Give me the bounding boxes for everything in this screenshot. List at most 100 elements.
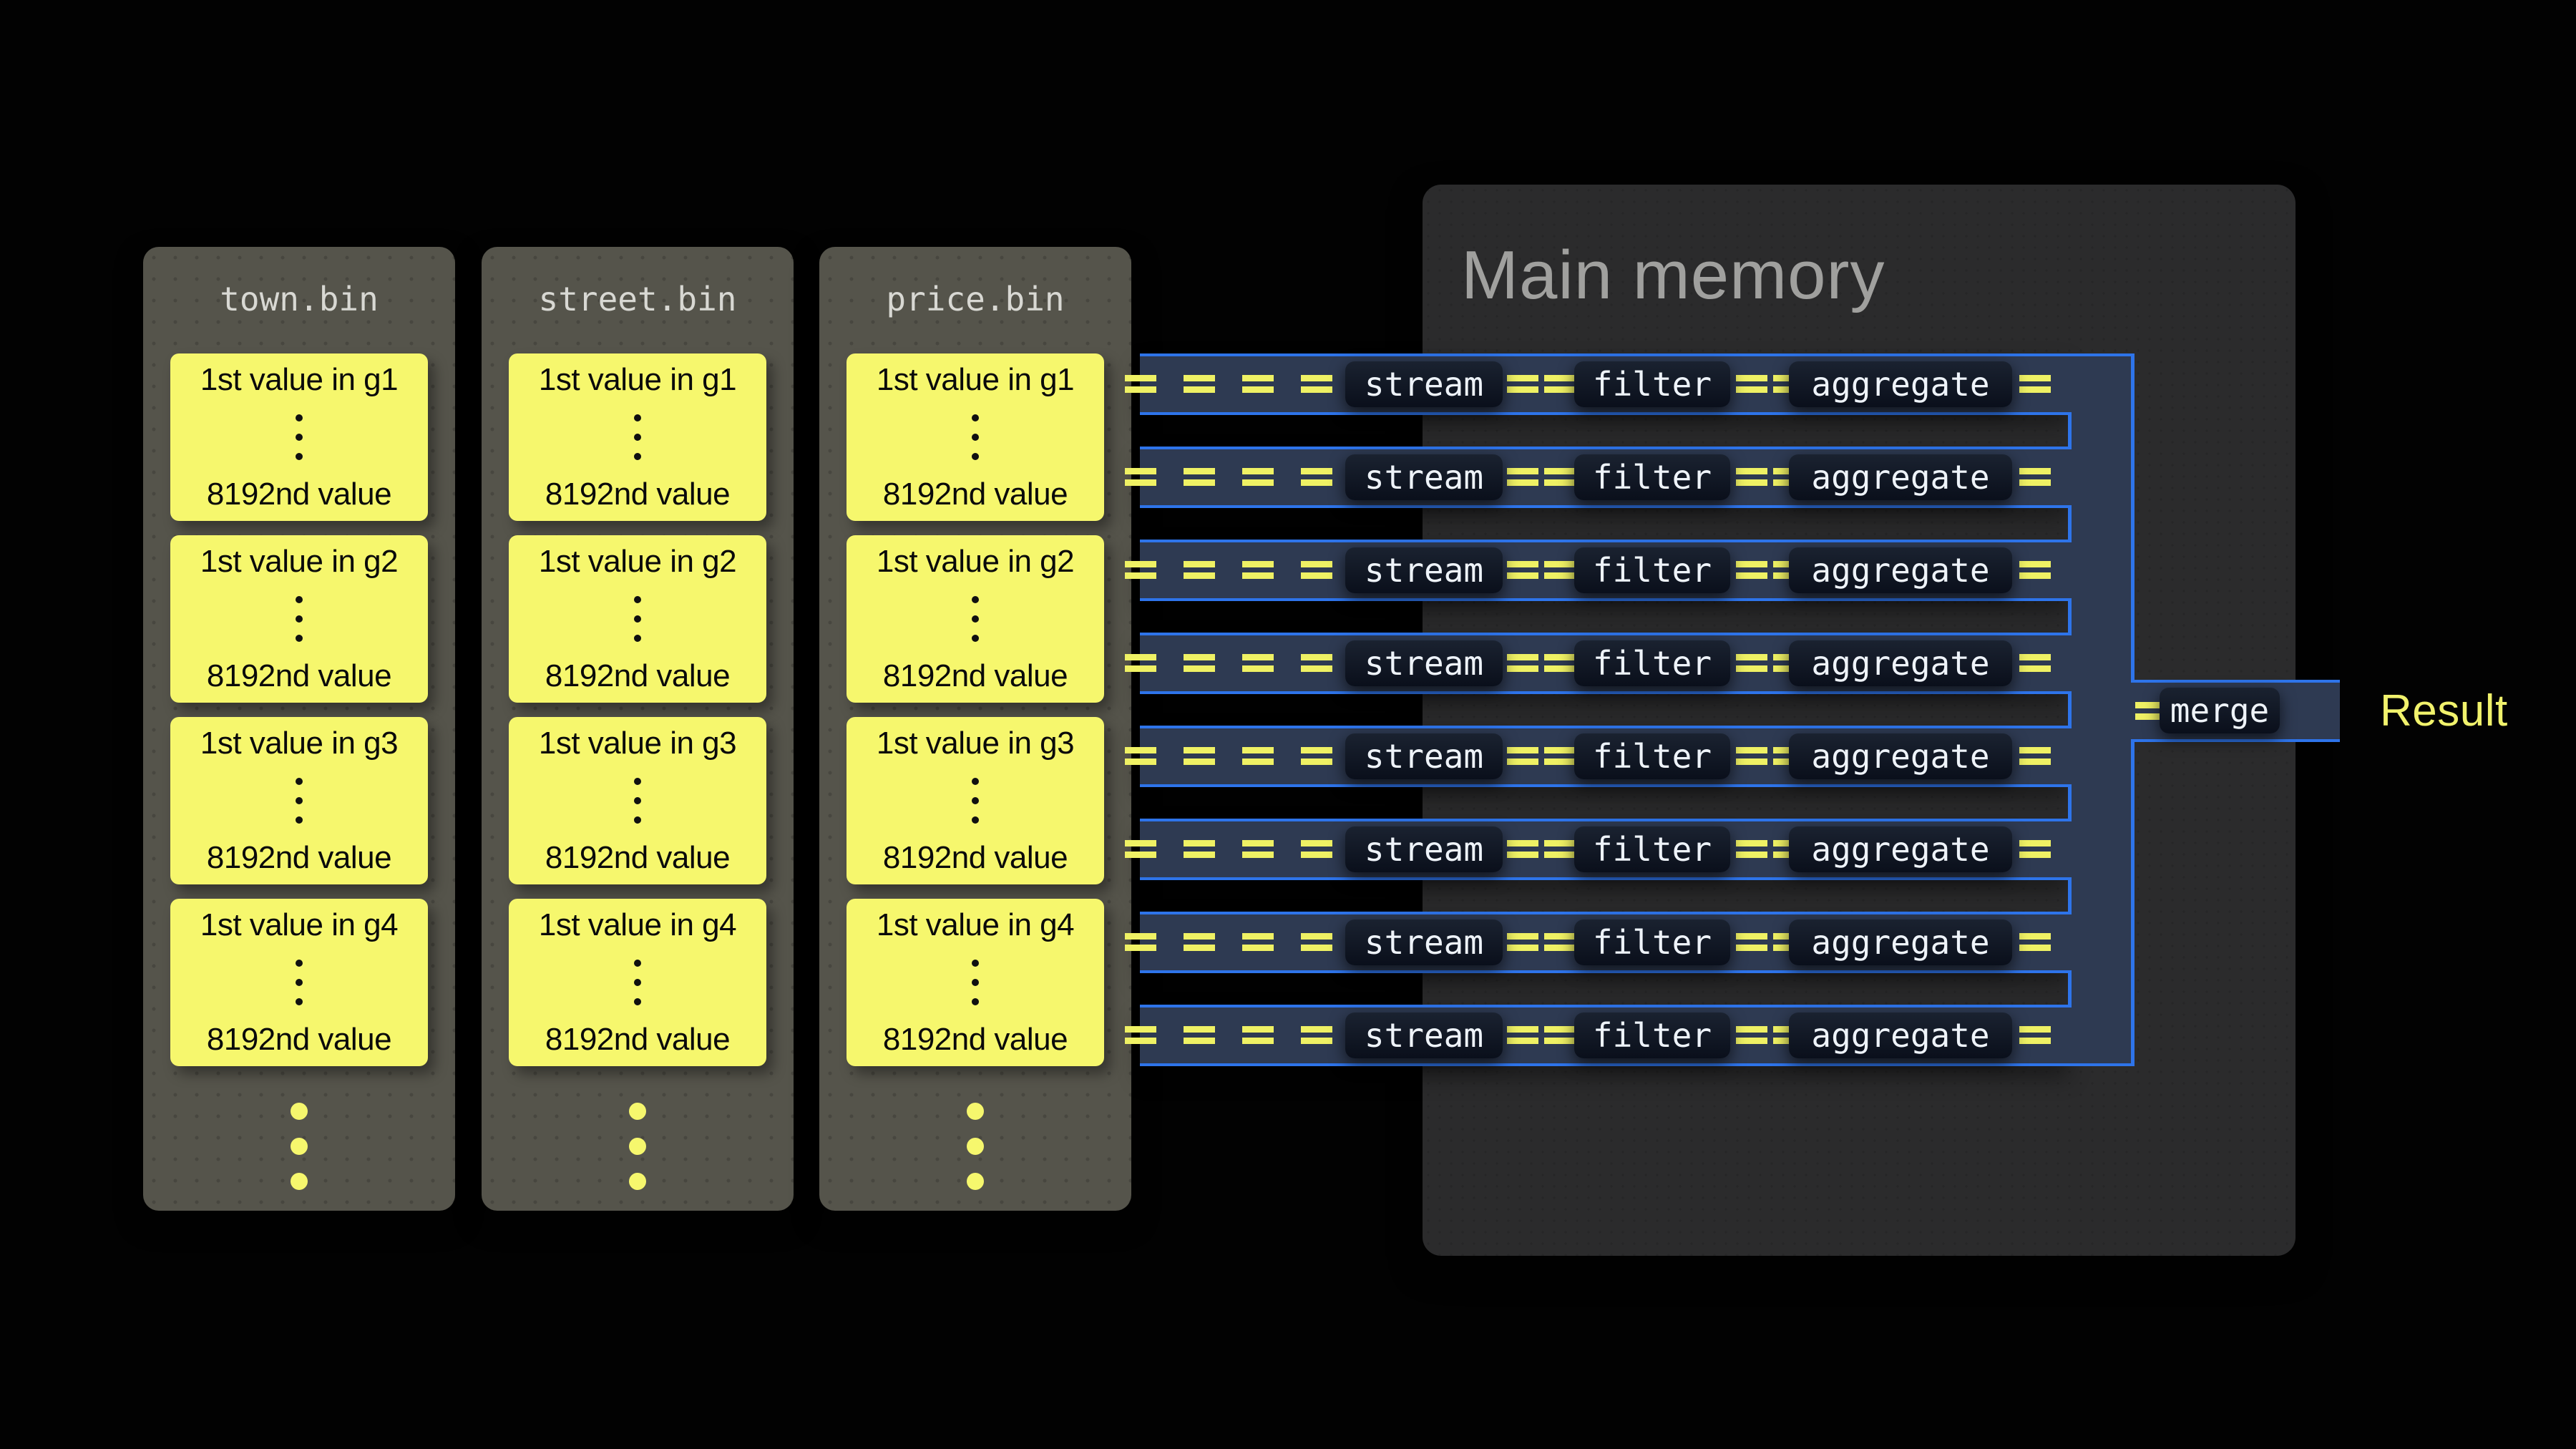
group-first-value-label: 1st value in g2 (877, 544, 1074, 580)
pipeline-row: stream filter aggregate (1140, 1005, 2068, 1066)
channel-left-border-segment (2068, 691, 2072, 728)
flow-equals-icon (2019, 468, 2051, 486)
flow-equals-icon (1301, 468, 1332, 486)
flow-equals-icon (1242, 375, 1274, 393)
value-group-block: 1st value in g2 8192nd value (509, 535, 766, 703)
flow-equals-icon (2019, 654, 2051, 672)
filter-stage-box: filter (1574, 454, 1730, 500)
file-card-title: street.bin (482, 280, 794, 318)
value-group-block: 1st value in g4 8192nd value (509, 899, 766, 1066)
flow-equals-icon (1301, 840, 1332, 858)
vertical-dots-icon (634, 778, 641, 824)
flow-equals-icon (1125, 1026, 1156, 1044)
channel-left-border-segment (2068, 505, 2072, 542)
pipeline-row: stream filter aggregate (1140, 353, 2068, 415)
flow-equals-icon (2019, 933, 2051, 951)
flow-equals-icon (1301, 747, 1332, 765)
collector-channel (2068, 353, 2131, 1066)
vertical-dots-icon (296, 596, 303, 642)
filter-stage-box: filter (1574, 733, 1730, 779)
group-first-value-label: 1st value in g4 (877, 907, 1074, 943)
channel-right-border-upper (2131, 353, 2135, 680)
flow-equals-icon (1242, 654, 1274, 672)
vertical-dots-icon (819, 1103, 1131, 1190)
channel-left-border-segment (2068, 412, 2072, 449)
flow-equals-icon (1507, 840, 1538, 858)
flow-equals-icon (1184, 375, 1215, 393)
flow-equals-icon (1242, 933, 1274, 951)
vertical-dots-icon (634, 414, 641, 460)
file-card-title: price.bin (819, 280, 1131, 318)
flow-equals-icon (1736, 840, 1767, 858)
flow-equals-icon (1301, 375, 1332, 393)
flow-equals-icon (1544, 375, 1576, 393)
flow-equals-icon (1184, 468, 1215, 486)
aggregate-stage-box: aggregate (1789, 454, 2012, 500)
flow-equals-icon (1736, 933, 1767, 951)
vertical-dots-icon (972, 960, 979, 1005)
flow-equals-icon (1242, 561, 1274, 579)
flow-equals-icon (1507, 468, 1538, 486)
stream-stage-box: stream (1345, 919, 1503, 965)
flow-equals-icon (1736, 468, 1767, 486)
value-group-block: 1st value in g4 8192nd value (847, 899, 1104, 1066)
value-group-block: 1st value in g4 8192nd value (170, 899, 428, 1066)
flow-equals-icon (1184, 933, 1215, 951)
flow-equals-icon (1507, 561, 1538, 579)
flow-equals-icon (2019, 375, 2051, 393)
vertical-dots-icon (296, 414, 303, 460)
stream-stage-box: stream (1345, 826, 1503, 872)
file-card: town.bin 1st value in g1 8192nd value 1s… (143, 247, 455, 1211)
group-last-value-label: 8192nd value (545, 1022, 730, 1058)
group-last-value-label: 8192nd value (207, 477, 391, 512)
flow-equals-icon (1507, 654, 1538, 672)
result-label: Result (2380, 680, 2508, 742)
flow-equals-icon (1125, 654, 1156, 672)
group-last-value-label: 8192nd value (883, 477, 1068, 512)
flow-equals-icon (2019, 561, 2051, 579)
flow-equals-icon (1544, 747, 1576, 765)
flow-equals-icon (1125, 933, 1156, 951)
group-last-value-label: 8192nd value (883, 1022, 1068, 1058)
group-first-value-label: 1st value in g1 (877, 362, 1074, 398)
filter-stage-box: filter (1574, 826, 1730, 872)
pipeline-row: stream filter aggregate (1140, 912, 2068, 973)
stream-stage-box: stream (1345, 454, 1503, 500)
group-last-value-label: 8192nd value (545, 658, 730, 694)
channel-right-border-lower (2131, 739, 2135, 1066)
vertical-dots-icon (296, 778, 303, 824)
main-memory-title: Main memory (1461, 236, 1885, 315)
flow-equals-icon (1736, 561, 1767, 579)
group-first-value-label: 1st value in g2 (200, 544, 398, 580)
flow-equals-icon (1544, 561, 1576, 579)
file-card-title: town.bin (143, 280, 455, 318)
stream-stage-box: stream (1345, 361, 1503, 407)
vertical-dots-icon (634, 960, 641, 1005)
filter-stage-box: filter (1574, 547, 1730, 593)
flow-equals-icon (1736, 1026, 1767, 1044)
flow-equals-icon (1544, 840, 1576, 858)
vertical-dots-icon (634, 596, 641, 642)
aggregate-stage-box: aggregate (1789, 547, 2012, 593)
flow-equals-icon (1125, 747, 1156, 765)
pipeline-row: stream filter aggregate (1140, 447, 2068, 508)
flow-equals-icon (2019, 1026, 2051, 1044)
channel-left-border-segment (2068, 784, 2072, 821)
flow-equals-icon (1544, 933, 1576, 951)
flow-equals-icon (1125, 468, 1156, 486)
pipeline-row: stream filter aggregate (1140, 819, 2068, 880)
group-first-value-label: 1st value in g4 (539, 907, 736, 943)
stream-stage-box: stream (1345, 547, 1503, 593)
value-group-block: 1st value in g1 8192nd value (509, 353, 766, 521)
file-card: price.bin 1st value in g1 8192nd value 1… (819, 247, 1131, 1211)
flow-equals-icon (1301, 561, 1332, 579)
flow-equals-icon (1125, 375, 1156, 393)
aggregate-stage-box: aggregate (1789, 640, 2012, 686)
flow-equals-icon (1242, 747, 1274, 765)
filter-stage-box: filter (1574, 919, 1730, 965)
flow-equals-icon (1242, 468, 1274, 486)
flow-equals-icon (1544, 1026, 1576, 1044)
group-first-value-label: 1st value in g2 (539, 544, 736, 580)
value-group-block: 1st value in g3 8192nd value (509, 717, 766, 884)
flow-equals-icon (1544, 654, 1576, 672)
